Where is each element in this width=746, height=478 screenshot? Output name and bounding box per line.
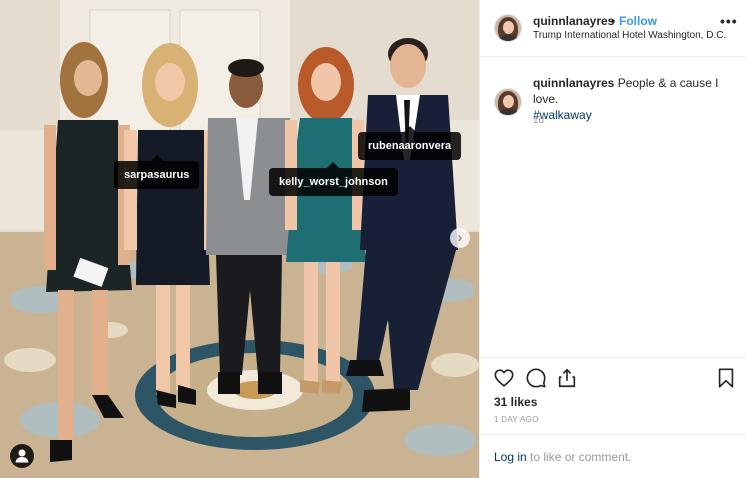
post-side-panel: quinnlanayres • Follow Trump Internation… <box>479 0 746 478</box>
action-bar: 31 likes 1 DAY AGO Log in to like or com… <box>480 357 746 477</box>
post-photo[interactable]: sarpasaurus kelly_worst_johnson rubenaar… <box>0 0 479 478</box>
caption-username[interactable]: quinnlanayres <box>533 76 614 90</box>
separator-dot: • <box>611 14 616 28</box>
author-username[interactable]: quinnlanayres <box>533 14 614 28</box>
heart-icon[interactable] <box>493 367 515 389</box>
comment-icon[interactable] <box>525 367 547 389</box>
login-prompt-text: to like or comment. <box>526 450 632 464</box>
next-image-button[interactable]: › <box>450 228 470 248</box>
like-count[interactable]: 31 likes <box>494 395 537 409</box>
caption-time: 1d <box>533 115 545 126</box>
photo-scene <box>0 0 479 478</box>
post-location[interactable]: Trump International Hotel Washington, D.… <box>533 30 738 41</box>
more-options-icon[interactable]: ••• <box>720 14 738 28</box>
tagged-users-button[interactable] <box>10 444 34 468</box>
person-icon <box>15 449 29 463</box>
user-tag-sarpasaurus[interactable]: sarpasaurus <box>114 155 200 189</box>
caption-avatar[interactable] <box>494 88 522 116</box>
login-prompt: Log in to like or comment. <box>480 434 746 478</box>
post-timestamp: 1 DAY AGO <box>494 415 539 424</box>
post-header: quinnlanayres • Follow Trump Internation… <box>480 0 746 57</box>
user-tag-kelly-worst-johnson[interactable]: kelly_worst_johnson <box>269 162 398 196</box>
user-tag-rubenaaronvera[interactable]: rubenaaronvera <box>358 126 462 160</box>
login-link[interactable]: Log in <box>494 450 527 464</box>
caption: quinnlanayres People & a cause I love. #… <box>533 75 738 123</box>
follow-button[interactable]: Follow <box>619 14 657 28</box>
author-avatar[interactable] <box>494 14 522 42</box>
bookmark-icon[interactable] <box>716 367 736 389</box>
share-icon[interactable] <box>556 367 578 389</box>
